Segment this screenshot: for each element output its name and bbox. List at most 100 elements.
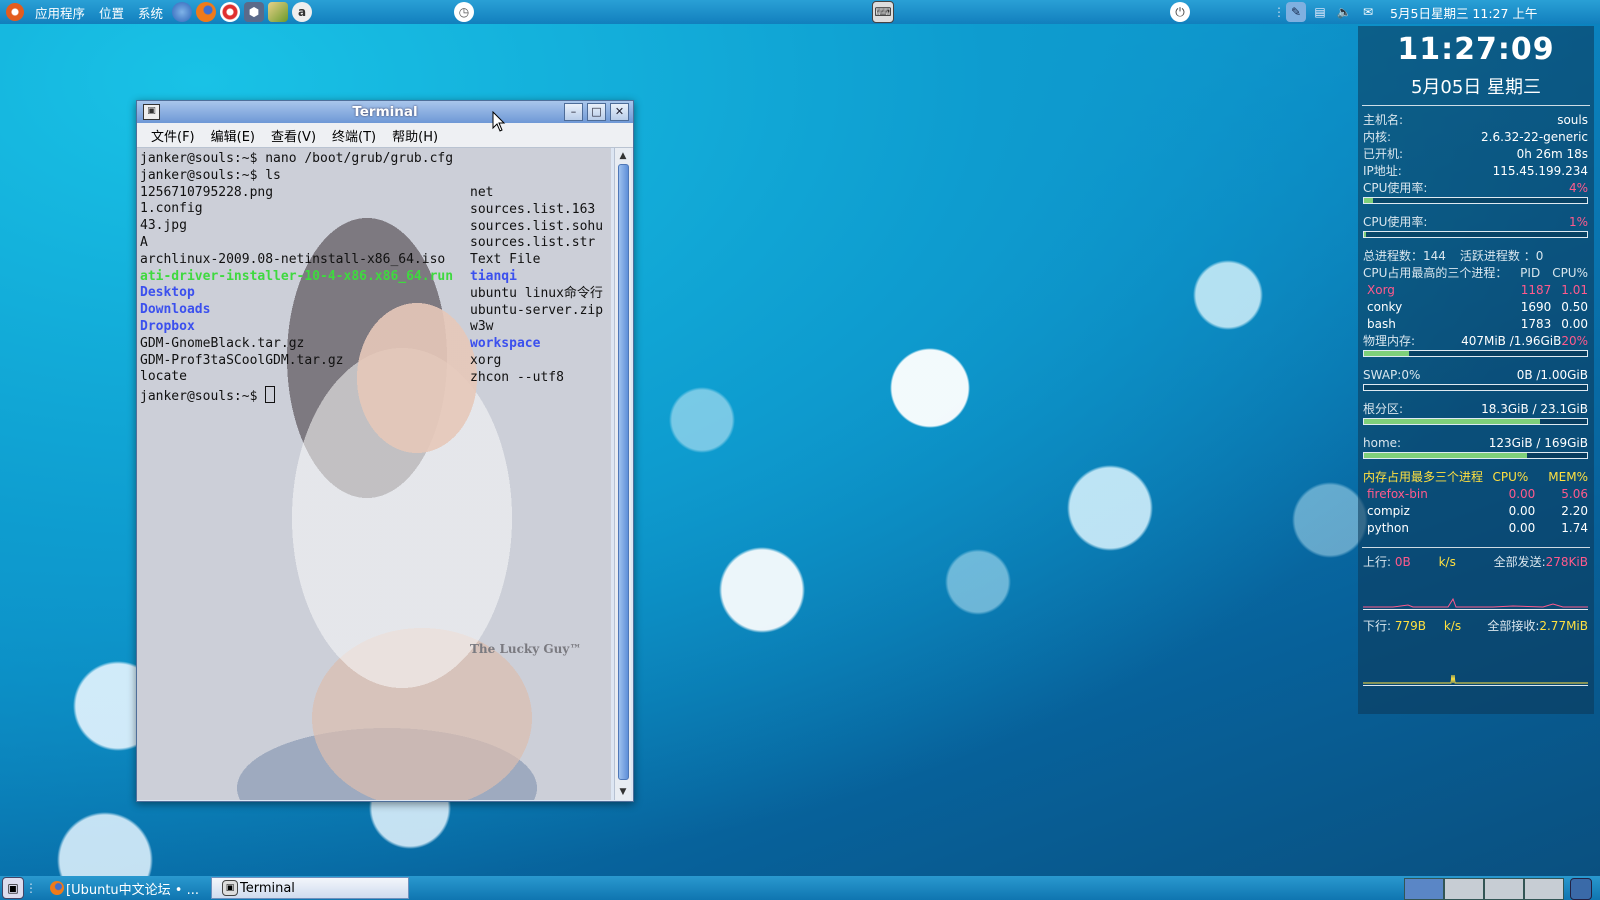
value: 0B /1.00GiB — [1516, 368, 1588, 382]
taskbar-item-browser[interactable]: [Ubuntu中文论坛 • ... — [40, 878, 207, 898]
help-lifebuoy-icon[interactable] — [220, 2, 241, 22]
percent: 20% — [1561, 334, 1588, 348]
scroll-down-icon[interactable]: ▼ — [617, 786, 629, 798]
power-icon[interactable]: ⏻ — [1170, 2, 1191, 22]
terminal-scrollbar[interactable]: ▲ ▼ — [614, 148, 631, 800]
terminal-output[interactable]: janker@souls:~$ nano /boot/grub/grub.cfg… — [137, 148, 611, 800]
show-desktop-icon[interactable]: ▣ — [2, 877, 24, 899]
bar-fill — [1364, 351, 1409, 356]
top-panel: 应用程序 位置 系统 ⬢ a ◷ ⌨ ⏻ ⋮ ✎ ▤ 🔈 ✉ 5月5日星期三 1… — [0, 0, 1600, 24]
minimize-button[interactable]: – — [564, 103, 583, 121]
ubuntu-logo-icon[interactable] — [6, 3, 24, 21]
workspace-3[interactable] — [1484, 878, 1524, 900]
close-button[interactable]: ✕ — [610, 103, 629, 121]
background-watermark: The Lucky Guy™ — [470, 642, 582, 656]
menu-help[interactable]: 帮助(H) — [384, 126, 446, 145]
ls-entry: 1.config — [140, 201, 203, 217]
top-mem-row: compiz 0.00 2.20 — [1358, 503, 1594, 520]
cpu2-row: CPU使用率: 1% — [1358, 214, 1594, 231]
maximize-button[interactable]: □ — [587, 103, 606, 121]
unit: k/s — [1438, 555, 1456, 569]
window-titlebar[interactable]: ▣ Terminal – □ ✕ — [137, 101, 633, 123]
terminal-menubar: 文件(F) 编辑(E) 查看(V) 终端(T) 帮助(H) — [137, 123, 633, 148]
process-count-row: 总进程数：144 活跃进程数 ：0 — [1358, 248, 1594, 265]
conky-date: 5月05日 星期三 — [1410, 77, 1542, 98]
taskbar-label: Terminal — [239, 880, 295, 896]
ls-entry: GDM-GnomeBlack.tar.gz — [140, 335, 305, 351]
bar-fill — [1364, 419, 1541, 424]
menu-terminal[interactable]: 终端(T) — [324, 126, 384, 145]
root-row: 根分区: 18.3GiB / 23.1GiB — [1358, 401, 1594, 418]
label: 上行: — [1363, 555, 1392, 569]
upload-graph-line — [1363, 597, 1588, 608]
trash-icon[interactable] — [1570, 878, 1592, 900]
value: 4% — [1568, 181, 1588, 195]
software-center-icon[interactable]: a — [292, 2, 313, 22]
book-icon[interactable] — [268, 2, 289, 22]
unit: k/s — [1443, 619, 1462, 633]
menu-edit[interactable]: 编辑(E) — [203, 126, 263, 145]
ls-entry: sources.list.sohu — [470, 218, 604, 234]
menu-file[interactable]: 文件(F) — [143, 126, 203, 145]
hostname-row: 主机名: souls — [1358, 112, 1594, 129]
ls-entry: A — [140, 234, 148, 250]
label: IP地址: — [1363, 164, 1402, 178]
label: 主机名: — [1363, 113, 1404, 127]
proc-name: conky — [1367, 300, 1403, 314]
proc-cpu: 0.00 — [1508, 504, 1536, 518]
workspace-2[interactable] — [1444, 878, 1484, 900]
ls-entry: archlinux-2009.08-netinstall-x86_64.iso — [140, 251, 446, 267]
panel-clock[interactable]: 5月5日星期三 11:27 上午 — [1384, 3, 1543, 22]
firefox-icon[interactable] — [196, 2, 217, 22]
value: 115.45.199.234 — [1492, 164, 1588, 178]
scroll-thumb[interactable] — [618, 164, 629, 780]
scroll-up-icon[interactable]: ▲ — [617, 150, 629, 162]
timer-icon[interactable]: ◷ — [454, 2, 475, 22]
proc-cpu: 0.00 — [1561, 317, 1588, 331]
menu-system[interactable]: 系统 — [131, 3, 170, 22]
ls-entry: sources.list.163 — [470, 201, 596, 217]
volume-icon[interactable]: 🔈 — [1334, 2, 1354, 22]
download-row: 下行: 779B k/s 全部接收:2.77MiB — [1358, 618, 1594, 635]
ls-entry: GDM-Prof3taSCoolGDM.tar.gz — [140, 352, 344, 368]
terminal-launcher-icon[interactable]: ⌨ — [872, 1, 895, 23]
ls-entry: ubuntu linux命令行 — [470, 285, 603, 301]
package-icon[interactable]: ⬢ — [244, 2, 265, 22]
terminal-window-icon[interactable]: ▣ — [143, 104, 160, 120]
workspace-switcher[interactable] — [1404, 878, 1564, 900]
value: 278KiB — [1545, 555, 1588, 569]
ls-entry: zhcon --utf8 — [470, 369, 564, 385]
cpu1-row: CPU使用率: 4% — [1358, 180, 1594, 197]
label: CPU占用最高的三个进程： — [1363, 266, 1508, 280]
label: 下行: — [1363, 619, 1392, 633]
top-cpu-row: Xorg 1187 1.01 — [1358, 282, 1594, 299]
terminal-col2: net sources.list.163 sources.list.sohu sour… — [470, 185, 603, 387]
mail-icon[interactable]: ✉ — [1358, 2, 1378, 22]
mouse-pointer-icon — [492, 111, 506, 132]
ls-entry: net — [470, 185, 494, 200]
top-mem-row: python 0.00 1.74 — [1358, 520, 1594, 537]
network-icon[interactable]: ▤ — [1310, 2, 1330, 22]
menu-applications[interactable]: 应用程序 — [28, 3, 92, 22]
ls-entry-dir: Desktop — [140, 285, 195, 301]
taskbar-item-terminal[interactable]: ▣ Terminal — [210, 877, 409, 899]
upload-graph — [1363, 577, 1588, 610]
value: 779B — [1394, 619, 1427, 633]
swap-bar — [1363, 384, 1588, 391]
workspace-1[interactable] — [1404, 878, 1444, 900]
ip-row: IP地址: 115.45.199.234 — [1358, 163, 1594, 180]
download-graph-line — [1363, 674, 1588, 684]
chat-icon[interactable]: ✎ — [1286, 2, 1307, 22]
download-graph — [1363, 641, 1588, 686]
taskbar-label: [Ubuntu中文论坛 • ... — [66, 882, 199, 898]
browser-globe-icon[interactable] — [172, 2, 193, 22]
proc-name: python — [1367, 521, 1409, 535]
conky-time: 11:27:09 — [1397, 32, 1555, 67]
menu-places[interactable]: 位置 — [92, 3, 131, 22]
value: 0h 26m 18s — [1516, 147, 1588, 161]
proc-name: firefox-bin — [1367, 487, 1428, 501]
value: 2.77MiB — [1539, 619, 1588, 633]
workspace-4[interactable] — [1524, 878, 1564, 900]
menu-view[interactable]: 查看(V) — [263, 126, 324, 145]
proc-name: bash — [1367, 317, 1396, 331]
